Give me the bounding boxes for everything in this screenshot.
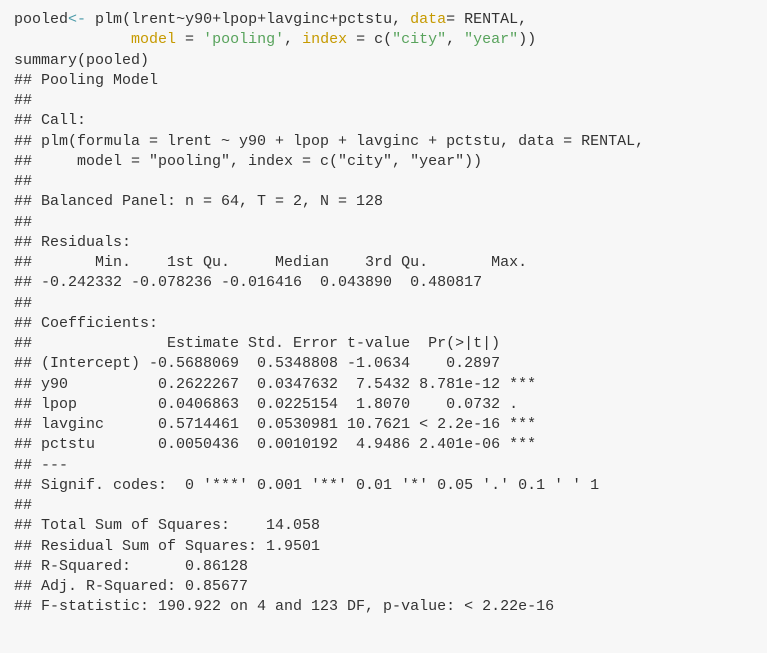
output-line: ## bbox=[14, 213, 753, 233]
output-line: ## Coefficients: bbox=[14, 314, 753, 334]
fn-c: c( bbox=[374, 31, 392, 48]
code-line-2: model = 'pooling', index = c("city", "ye… bbox=[14, 30, 753, 50]
comma: , bbox=[446, 31, 464, 48]
arg-index: index bbox=[302, 31, 347, 48]
output-line: ## bbox=[14, 294, 753, 314]
output-line: ## Signif. codes: 0 '***' 0.001 '**' 0.0… bbox=[14, 476, 753, 496]
output-line: ## plm(formula = lrent ~ y90 + lpop + la… bbox=[14, 132, 753, 152]
output-line: ## model = "pooling", index = c("city", … bbox=[14, 152, 753, 172]
output-line: ## F-statistic: 190.922 on 4 and 123 DF,… bbox=[14, 597, 753, 617]
assign-op: <- bbox=[68, 11, 86, 28]
output-line: ## -0.242332 -0.078236 -0.016416 0.04389… bbox=[14, 273, 753, 293]
output-line: ## pctstu 0.0050436 0.0010192 4.9486 2.4… bbox=[14, 435, 753, 455]
dataset: RENTAL bbox=[464, 11, 518, 28]
pad bbox=[14, 31, 131, 48]
output-line: ## lpop 0.0406863 0.0225154 1.8070 0.073… bbox=[14, 395, 753, 415]
output-line: ## Total Sum of Squares: 14.058 bbox=[14, 516, 753, 536]
code-line-3: summary(pooled) bbox=[14, 51, 753, 71]
summary-call: summary(pooled) bbox=[14, 52, 149, 69]
comma: , bbox=[518, 11, 527, 28]
output-line: ## Balanced Panel: n = 64, T = 2, N = 12… bbox=[14, 192, 753, 212]
eq: = bbox=[446, 11, 464, 28]
output-line: ## Residuals: bbox=[14, 233, 753, 253]
output-line: ## Call: bbox=[14, 111, 753, 131]
output-line: ## y90 0.2622267 0.0347632 7.5432 8.781e… bbox=[14, 375, 753, 395]
obj-name: pooled bbox=[14, 11, 68, 28]
formula: lrent~y90+lpop+lavginc+pctstu, bbox=[131, 11, 410, 28]
code-block: pooled<- plm(lrent~y90+lpop+lavginc+pcts… bbox=[14, 10, 753, 618]
space bbox=[86, 11, 95, 28]
str-pooling: 'pooling' bbox=[203, 31, 284, 48]
eq: = bbox=[347, 31, 374, 48]
comma: , bbox=[284, 31, 302, 48]
arg-data: data bbox=[410, 11, 446, 28]
str-city: "city" bbox=[392, 31, 446, 48]
output-line: ## Pooling Model bbox=[14, 71, 753, 91]
eq: = bbox=[176, 31, 203, 48]
output-line: ## bbox=[14, 172, 753, 192]
fn-plm: plm bbox=[95, 11, 122, 28]
code-line-1: pooled<- plm(lrent~y90+lpop+lavginc+pcts… bbox=[14, 10, 753, 30]
close: )) bbox=[518, 31, 536, 48]
open-paren: ( bbox=[122, 11, 131, 28]
output-line: ## Min. 1st Qu. Median 3rd Qu. Max. bbox=[14, 253, 753, 273]
output-line: ## bbox=[14, 91, 753, 111]
output-line: ## Residual Sum of Squares: 1.9501 bbox=[14, 537, 753, 557]
output-line: ## lavginc 0.5714461 0.0530981 10.7621 <… bbox=[14, 415, 753, 435]
output-line: ## R-Squared: 0.86128 bbox=[14, 557, 753, 577]
output-line: ## Estimate Std. Error t-value Pr(>|t|) bbox=[14, 334, 753, 354]
arg-model: model bbox=[131, 31, 176, 48]
output-line: ## (Intercept) -0.5688069 0.5348808 -1.0… bbox=[14, 354, 753, 374]
output-line: ## --- bbox=[14, 456, 753, 476]
output-line: ## bbox=[14, 496, 753, 516]
str-year: "year" bbox=[464, 31, 518, 48]
output-line: ## Adj. R-Squared: 0.85677 bbox=[14, 577, 753, 597]
